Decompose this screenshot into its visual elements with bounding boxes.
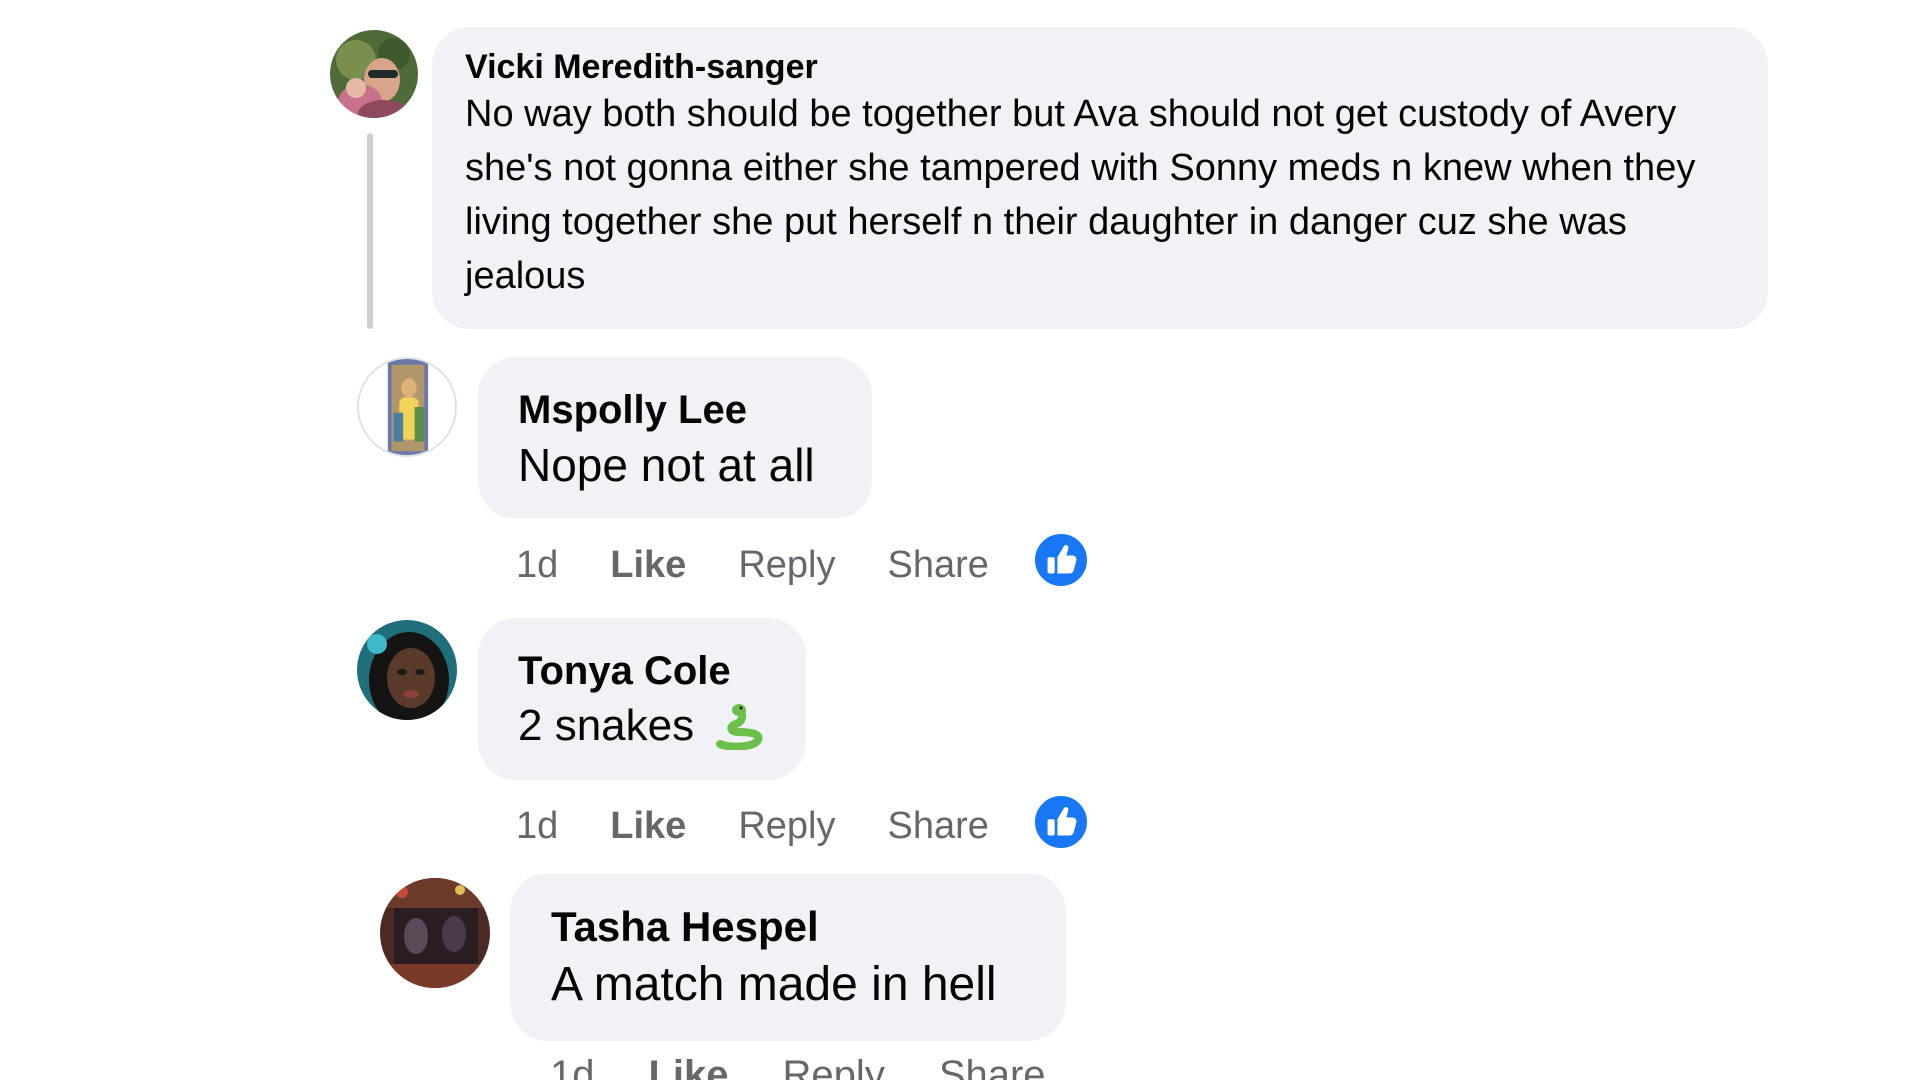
share-button[interactable]: Share (887, 805, 988, 848)
user-avatar-image (357, 620, 457, 720)
comment-author[interactable]: Tasha Hespel (551, 901, 1025, 953)
comment-author[interactable]: Tonya Cole (518, 646, 766, 696)
comment-bubble: Tasha Hespel A match made in hell (510, 873, 1066, 1041)
reply-button[interactable]: Reply (738, 805, 835, 848)
comment-author[interactable]: Mspolly Lee (518, 385, 832, 435)
avatar[interactable] (330, 30, 418, 118)
comment-timestamp[interactable]: 1d (516, 544, 558, 587)
snake-emoji-icon (714, 702, 764, 751)
like-reaction-icon[interactable] (1032, 793, 1090, 851)
reply-button[interactable]: Reply (783, 1053, 885, 1080)
comment-bubble: Vicki Meredith-sanger No way both should… (432, 27, 1768, 329)
comment-thread: Vicki Meredith-sanger No way both should… (0, 0, 1920, 1080)
comment-text: 2 snakes (518, 701, 695, 750)
share-button[interactable]: Share (939, 1053, 1046, 1080)
user-avatar-image (359, 359, 455, 455)
like-reaction-icon[interactable] (1032, 531, 1090, 589)
user-avatar-image (330, 30, 418, 118)
thread-connector-line (367, 133, 373, 329)
comment-actions: 1d Like Reply Share (516, 540, 989, 590)
comment-text: Nope not at all (518, 439, 815, 491)
like-button[interactable]: Like (610, 544, 686, 587)
comment-timestamp[interactable]: 1d (550, 1053, 595, 1080)
reply-button[interactable]: Reply (738, 544, 835, 587)
like-button[interactable]: Like (649, 1053, 729, 1080)
comment-text: A match made in hell (551, 958, 997, 1011)
comment-timestamp[interactable]: 1d (516, 805, 558, 848)
thumbs-up-icon (1047, 807, 1077, 836)
avatar[interactable] (357, 620, 457, 720)
avatar[interactable] (357, 357, 457, 457)
comment-actions: 1d Like Reply Share (550, 1050, 1046, 1080)
share-button[interactable]: Share (887, 544, 988, 587)
user-avatar-image (380, 878, 490, 988)
comment-bubble: Mspolly Lee Nope not at all (478, 357, 872, 519)
comment-actions: 1d Like Reply Share (516, 801, 989, 851)
comment-text-row: 2 snakes (518, 696, 766, 756)
comment-text: No way both should be together but Ava s… (465, 93, 1696, 297)
thumbs-up-icon (1047, 545, 1077, 574)
avatar[interactable] (380, 878, 490, 988)
comment-bubble: Tonya Cole 2 snakes (478, 618, 806, 780)
like-button[interactable]: Like (610, 805, 686, 848)
comment-author[interactable]: Vicki Meredith-sanger (465, 47, 1735, 87)
